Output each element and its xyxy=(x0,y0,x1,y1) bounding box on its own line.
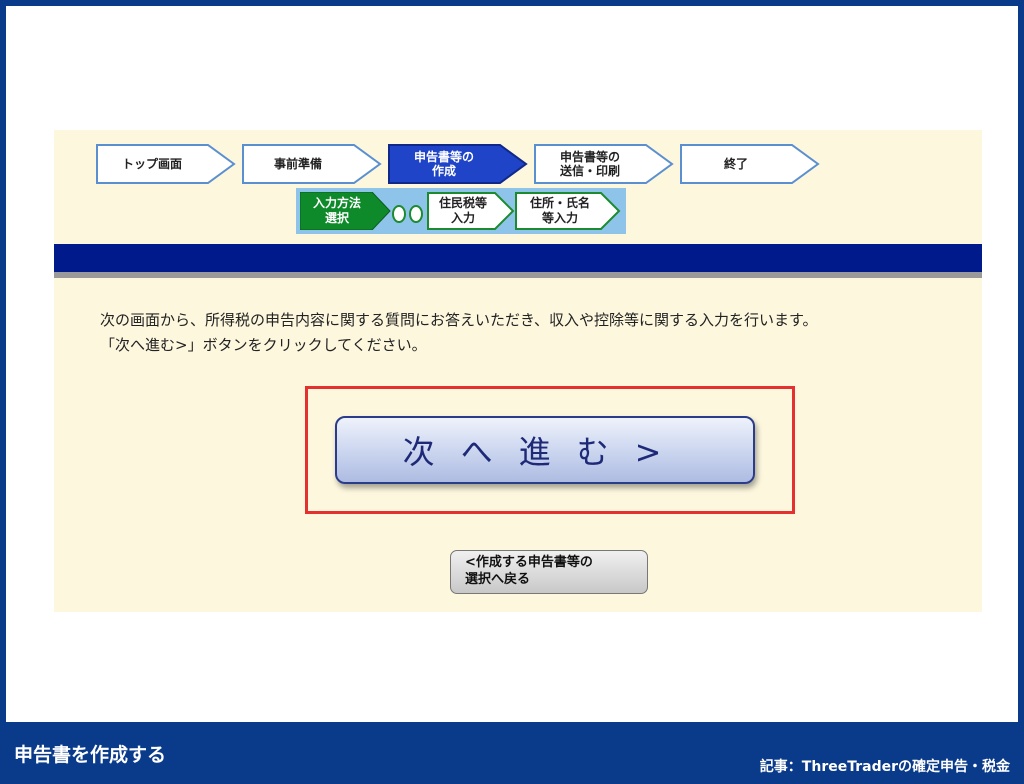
next-button[interactable]: 次へ進む> xyxy=(335,416,755,484)
substep-resident-tax-label: 住民税等 入力 xyxy=(438,196,487,225)
substep-resident-tax: 住民税等 入力 xyxy=(427,192,515,230)
instruction-line-1: 次の画面から、所得税の申告内容に関する質問にお答えいただき、収入や控除等に関する… xyxy=(100,311,818,329)
substep-input-method-label: 入力方法 選択 xyxy=(312,196,361,225)
header-divider xyxy=(54,272,982,278)
step-finish: 終了 xyxy=(680,144,820,184)
step-top-label: トップ画面 xyxy=(121,157,182,171)
step-preparation: 事前準備 xyxy=(242,144,382,184)
step-top: トップ画面 xyxy=(96,144,236,184)
progress-dot xyxy=(392,205,406,223)
substep-address-name: 住所・氏名 等入力 xyxy=(515,192,621,230)
etax-panel: トップ画面 事前準備 申告書等の 作成 申告書等の 送信・印刷 終了 入力方法 … xyxy=(54,130,982,612)
step-finish-label: 終了 xyxy=(723,157,748,171)
footer-title: 申告書を作成する xyxy=(14,744,167,766)
progress-dot xyxy=(409,205,423,223)
substep-input-method: 入力方法 選択 xyxy=(300,192,392,230)
header-band xyxy=(54,244,982,272)
main-frame: トップ画面 事前準備 申告書等の 作成 申告書等の 送信・印刷 終了 入力方法 … xyxy=(6,6,1018,722)
footer-credit: 記事：ThreeTraderの確定申告・税金 xyxy=(759,759,1010,775)
back-to-selection-button[interactable]: <作成する申告書等の 選択へ戻る xyxy=(450,550,648,594)
step-preparation-label: 事前準備 xyxy=(273,157,322,171)
step-create-return-label: 申告書等の 作成 xyxy=(413,150,474,178)
step-send-print: 申告書等の 送信・印刷 xyxy=(534,144,674,184)
step-create-return: 申告書等の 作成 xyxy=(388,144,528,184)
step-send-print-label: 申告書等の 送信・印刷 xyxy=(559,150,620,178)
instruction-text: 次の画面から、所得税の申告内容に関する質問にお答えいただき、収入や控除等に関する… xyxy=(100,308,970,358)
substep-address-name-label: 住所・氏名 等入力 xyxy=(529,196,590,225)
instruction-line-2: 「次へ進む>」ボタンをクリックしてください。 xyxy=(100,336,427,354)
